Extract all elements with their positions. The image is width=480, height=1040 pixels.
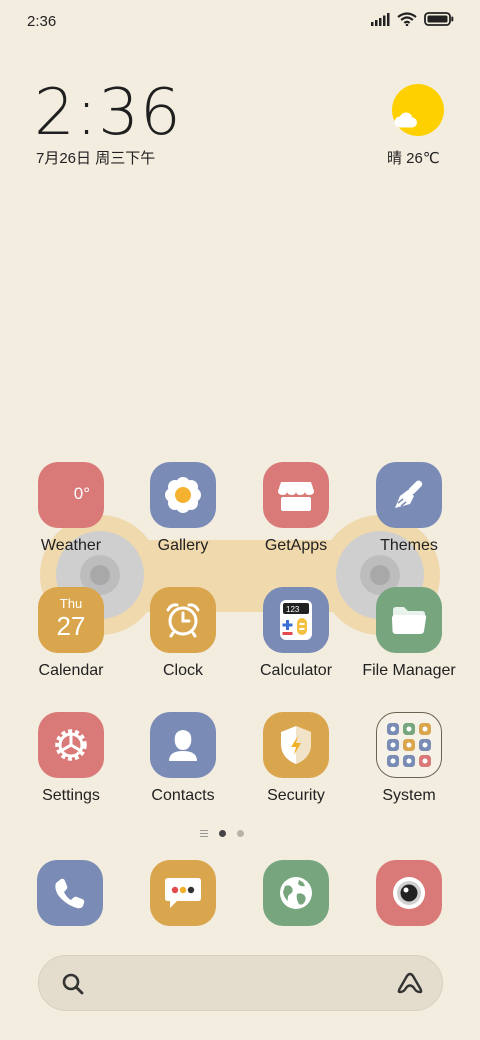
store-icon — [263, 462, 329, 528]
search-icon[interactable] — [61, 972, 85, 1001]
app-label: Calculator — [259, 662, 333, 679]
app-label: Contacts — [151, 787, 215, 804]
status-icons — [371, 12, 454, 26]
calculator-icon: 123 — [263, 587, 329, 653]
battery-icon — [424, 12, 454, 26]
app-calculator[interactable]: 123 Calculator — [241, 587, 351, 697]
wifi-icon — [397, 12, 417, 26]
app-contacts[interactable]: Contacts — [128, 712, 238, 822]
signal-icon — [371, 12, 390, 26]
app-system-folder[interactable]: System — [354, 712, 464, 822]
weather-widget[interactable]: 晴 26℃ — [382, 82, 452, 172]
app-gallery[interactable]: Gallery — [128, 462, 238, 572]
weather-summary: 晴 26℃ — [387, 150, 440, 167]
dock-phone[interactable] — [37, 860, 103, 926]
phone-icon — [55, 878, 85, 909]
flower-icon — [150, 462, 216, 528]
app-label: GetApps — [264, 537, 328, 554]
gear-icon — [38, 712, 104, 778]
app-themes[interactable]: Themes — [354, 462, 464, 572]
folder-grid-icon — [376, 712, 442, 778]
feed-page-icon[interactable] — [200, 830, 208, 837]
clock-widget-time[interactable]: 2:36 — [34, 76, 182, 150]
app-security[interactable]: Security — [241, 712, 351, 822]
app-label: System — [382, 787, 436, 804]
calendar-day: Thu — [59, 596, 83, 611]
app-weather[interactable]: 0° Weather — [16, 462, 126, 572]
globe-icon — [280, 877, 312, 909]
app-label: Gallery — [157, 537, 209, 554]
person-icon — [150, 712, 216, 778]
calendar-date: 27 — [56, 611, 86, 641]
search-bar[interactable] — [38, 955, 443, 1011]
weather-icon: 0° — [38, 462, 104, 528]
app-label: Weather — [40, 537, 102, 554]
app-label: Security — [267, 787, 325, 804]
assistant-icon[interactable] — [396, 970, 424, 1003]
page-dot[interactable] — [237, 830, 244, 837]
page-dot-active[interactable] — [219, 830, 226, 837]
message-icon — [165, 878, 201, 908]
app-settings[interactable]: Settings — [16, 712, 126, 822]
dock-messages[interactable] — [150, 860, 216, 926]
brush-icon — [376, 462, 442, 528]
clock-widget-date: 7月26日 周三下午 — [36, 150, 156, 167]
shield-icon — [263, 712, 329, 778]
app-label: Themes — [380, 537, 438, 554]
page-indicator[interactable] — [200, 830, 244, 837]
sunny-cloud-icon — [392, 84, 444, 136]
cloud-icon — [394, 112, 417, 128]
weather-temp: 0° — [73, 484, 90, 503]
app-label: File Manager — [362, 662, 456, 679]
calculator-display: 123 — [286, 605, 300, 614]
app-label: Settings — [42, 787, 100, 804]
status-time: 2:36 — [27, 13, 57, 30]
dock-camera[interactable] — [376, 860, 442, 926]
app-label: Calendar — [38, 662, 104, 679]
app-getapps[interactable]: GetApps — [241, 462, 351, 572]
camera-icon — [393, 877, 425, 909]
calendar-icon: Thu 27 — [38, 587, 104, 653]
app-file-manager[interactable]: File Manager — [354, 587, 464, 697]
app-clock[interactable]: Clock — [128, 587, 238, 697]
status-bar: 2:36 — [0, 0, 480, 40]
alarm-clock-icon — [150, 587, 216, 653]
app-label: Clock — [162, 662, 203, 679]
folder-icon — [376, 587, 442, 653]
app-calendar[interactable]: Thu 27 Calendar — [16, 587, 126, 697]
dock-browser[interactable] — [263, 860, 329, 926]
